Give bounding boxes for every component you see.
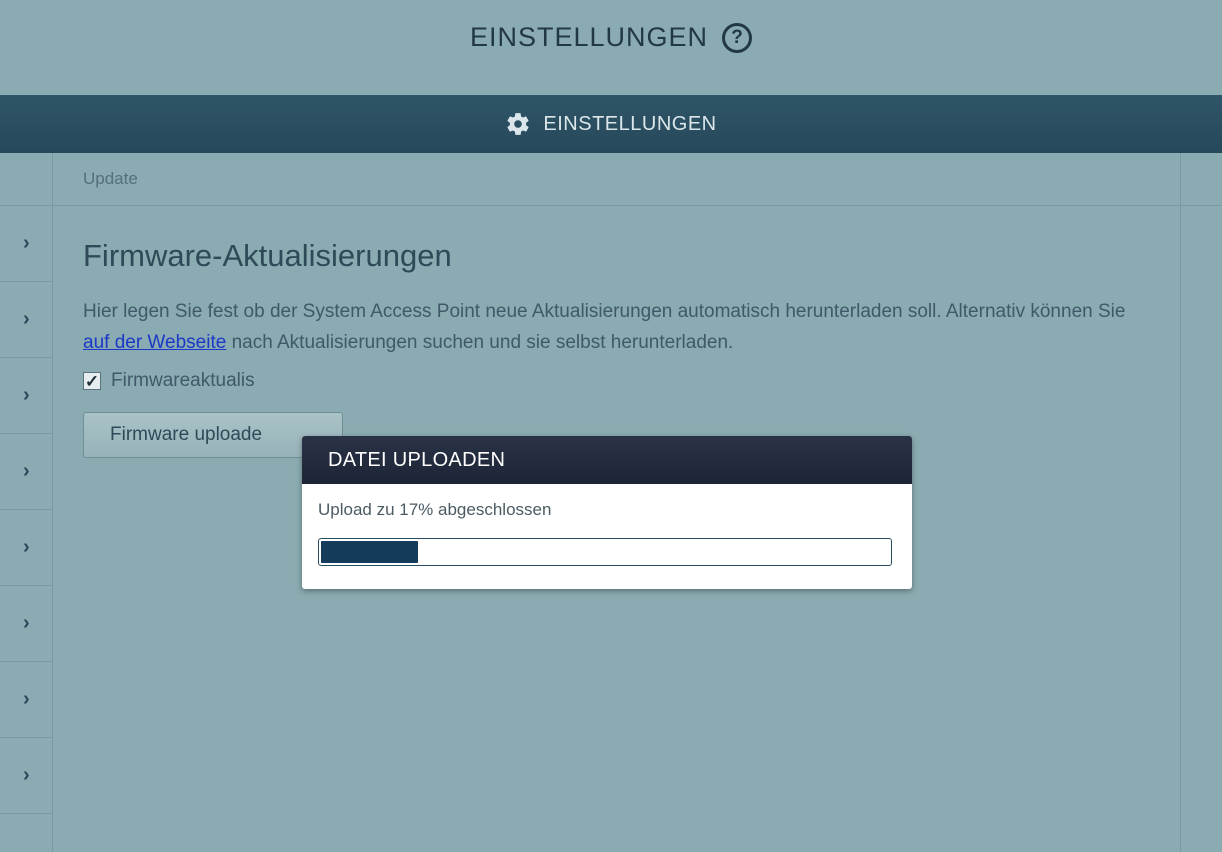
- chevron-right-icon: ›: [23, 688, 30, 710]
- description-part-1: Hier legen Sie fest ob der System Access…: [83, 301, 1126, 322]
- side-menu-item[interactable]: ›: [0, 738, 52, 814]
- side-menu-item[interactable]: ›: [0, 358, 52, 434]
- app-title: EINSTELLUNGEN: [469, 22, 709, 52]
- upload-status-text: Upload zu 17% abgeschlossen: [318, 500, 552, 519]
- description-part-2: nach Aktualisierungen suchen und sie sel…: [226, 332, 734, 353]
- side-menu: › › › › › › › ›: [0, 153, 53, 852]
- top-bar-inner: EINSTELLUNGEN ?: [469, 22, 753, 53]
- auto-update-checkbox[interactable]: ✓: [83, 372, 101, 390]
- breadcrumb: Update: [53, 153, 1180, 206]
- side-menu-item[interactable]: ›: [0, 586, 52, 662]
- upload-progress-bar: [318, 538, 892, 566]
- gear-icon: [507, 113, 529, 135]
- chevron-right-icon: ›: [23, 232, 30, 254]
- right-column-header: [1181, 153, 1222, 206]
- chevron-right-icon: ›: [23, 460, 30, 482]
- side-menu-item[interactable]: ›: [0, 510, 52, 586]
- chevron-right-icon: ›: [23, 536, 30, 558]
- top-bar: EINSTELLUNGEN ?: [0, 0, 1222, 95]
- right-column: [1180, 153, 1222, 852]
- upload-progress-fill: [321, 541, 418, 563]
- side-menu-item[interactable]: ›: [0, 282, 52, 358]
- description-text: Hier legen Sie fest ob der System Access…: [83, 296, 1153, 358]
- section-nav-bar: EINSTELLUNGEN: [0, 95, 1222, 153]
- auto-update-label: Firmwareaktualis: [111, 370, 255, 391]
- chevron-right-icon: ›: [23, 308, 30, 330]
- chevron-right-icon: ›: [23, 384, 30, 406]
- side-menu-item[interactable]: ›: [0, 662, 52, 738]
- dialog-body: Upload zu 17% abgeschlossen: [302, 484, 912, 566]
- main-content: Firmware-Aktualisierungen Hier legen Sie…: [83, 206, 1173, 458]
- chevron-right-icon: ›: [23, 764, 30, 786]
- side-menu-item[interactable]: ›: [0, 206, 52, 282]
- upload-dialog: DATEI UPLOADEN Upload zu 17% abgeschloss…: [302, 436, 912, 589]
- auto-update-row: ✓ Firmwareaktualis: [83, 370, 1173, 392]
- chevron-right-icon: ›: [23, 612, 30, 634]
- breadcrumb-current: Update: [83, 169, 138, 188]
- side-menu-item[interactable]: ›: [0, 434, 52, 510]
- page-title: Firmware-Aktualisierungen: [83, 238, 452, 273]
- dialog-title: DATEI UPLOADEN: [302, 436, 912, 484]
- nav-title: EINSTELLUNGEN: [543, 112, 717, 135]
- website-link[interactable]: auf der Webseite: [83, 332, 226, 353]
- question-circle-icon[interactable]: ?: [722, 22, 753, 53]
- side-menu-header: [0, 153, 52, 206]
